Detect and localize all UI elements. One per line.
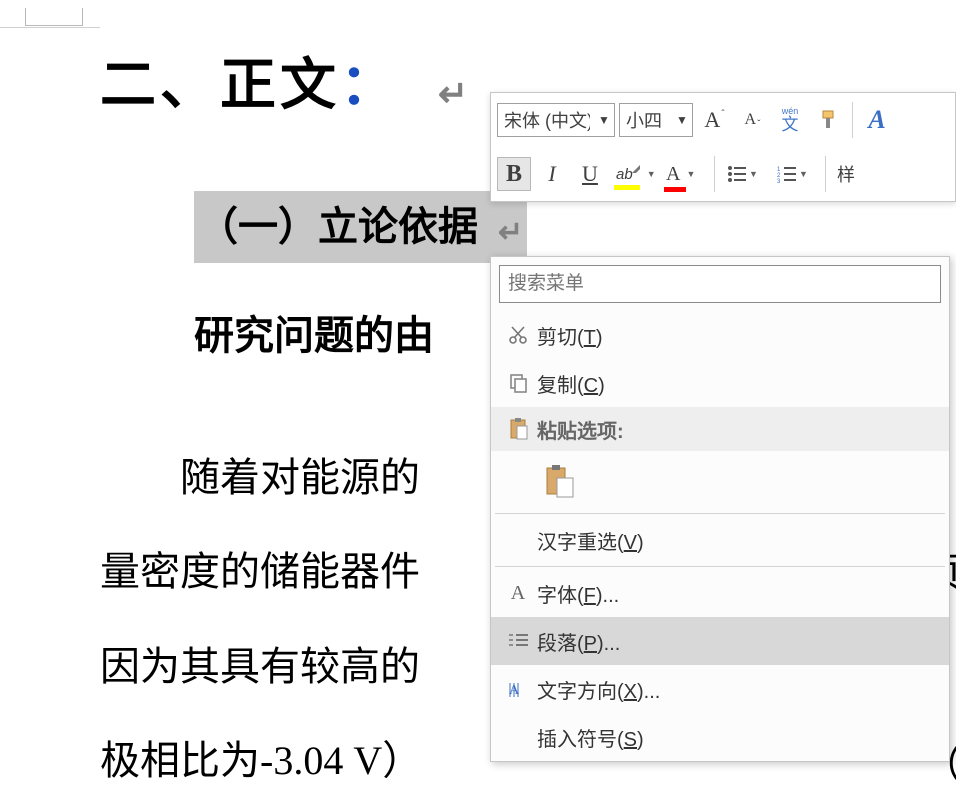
menu-label: 文字方向(X)... xyxy=(537,675,941,704)
divider xyxy=(495,513,945,514)
pen-tip-icon xyxy=(632,165,640,173)
subheading-selected[interactable]: （一）立论依据 ↵ xyxy=(194,191,527,263)
shrink-font-glyph: A xyxy=(745,111,757,129)
menu-label: 字体(F)... xyxy=(537,579,941,608)
bullet-list-icon xyxy=(727,165,747,183)
grow-font-button[interactable]: A ˆ xyxy=(697,103,731,137)
menu-paste-options-header: 粘贴选项: xyxy=(491,407,949,451)
menu-item-paragraph[interactable]: 段落(P)... xyxy=(491,617,949,665)
divider xyxy=(714,156,715,192)
ruler-indent-marker[interactable] xyxy=(25,8,83,26)
chevron-down-icon[interactable]: ▼ xyxy=(686,169,695,179)
grow-font-glyph: A xyxy=(704,107,720,133)
svg-text:3: 3 xyxy=(777,179,781,183)
chevron-down-icon[interactable]: ▼ xyxy=(594,113,614,127)
menu-item-copy[interactable]: 复制(C) xyxy=(491,359,949,407)
format-painter-button[interactable] xyxy=(811,103,845,137)
paste-options-row xyxy=(491,451,949,511)
styles-label-fragment[interactable]: 样 xyxy=(833,161,859,187)
menu-search-box[interactable] xyxy=(499,265,941,303)
caret-down-icon: ˇ xyxy=(757,119,760,130)
menu-item-text-direction[interactable]: A 文字方向(X)... xyxy=(491,665,949,713)
menu-label: 剪切(T) xyxy=(537,321,941,350)
bullets-button[interactable]: ▼ xyxy=(722,157,768,191)
clipboard-paste-icon xyxy=(544,464,574,498)
phonetic-guide-button[interactable]: wén 文 xyxy=(773,103,807,137)
font-size-combo[interactable]: ▼ xyxy=(619,103,693,137)
clipboard-icon xyxy=(499,417,537,441)
scissors-icon xyxy=(499,324,537,346)
chevron-down-icon[interactable]: ▼ xyxy=(647,169,656,179)
italic-button[interactable]: I xyxy=(535,157,569,191)
menu-label: 粘贴选项: xyxy=(537,415,624,444)
menu-label: 汉字重选(V) xyxy=(537,526,941,555)
ruler-fragment xyxy=(0,0,100,28)
shrink-font-button[interactable]: A ˇ xyxy=(735,103,769,137)
divider xyxy=(825,156,826,192)
font-size-field[interactable] xyxy=(620,110,672,131)
chevron-down-icon[interactable]: ▼ xyxy=(749,169,758,179)
highlight-button[interactable]: ab ▼ xyxy=(611,157,657,191)
bold-button[interactable]: B xyxy=(497,157,531,191)
menu-label: 复制(C) xyxy=(537,369,941,398)
underline-glyph: U xyxy=(582,161,598,187)
copy-icon xyxy=(499,372,537,394)
paste-keep-source-button[interactable] xyxy=(537,457,581,505)
menu-item-cut[interactable]: 剪切(T) xyxy=(491,311,949,359)
subheading-text: （一）立论依据 xyxy=(198,204,478,249)
heading-text: 二、正文 xyxy=(100,55,340,117)
phonetic-bottom: 文 xyxy=(782,116,799,133)
font-color-button[interactable]: A ▼ xyxy=(661,157,707,191)
bold-glyph: B xyxy=(506,161,522,188)
body-line: 量密度的储能器件 xyxy=(100,549,420,594)
menu-item-font[interactable]: A 字体(F)... xyxy=(491,569,949,617)
mini-toolbar: ▼ ▼ A ˆ A ˇ wén 文 A B xyxy=(490,92,956,202)
paragraph-icon xyxy=(499,631,537,651)
menu-item-insert-symbol[interactable]: 插入符号(S) xyxy=(491,713,949,761)
divider xyxy=(852,102,853,138)
divider xyxy=(495,566,945,567)
numbering-button[interactable]: 1 2 3 ▼ xyxy=(772,157,818,191)
styles-dropdown-fragment[interactable]: A xyxy=(860,103,894,137)
paintbrush-icon xyxy=(817,109,839,131)
chevron-down-icon[interactable]: ▼ xyxy=(799,169,808,179)
menu-label: 插入符号(S) xyxy=(537,723,941,752)
number-list-icon: 1 2 3 xyxy=(777,165,797,183)
pilcrow-icon: ↵ xyxy=(498,210,523,255)
font-name-field[interactable] xyxy=(498,110,594,131)
menu-search-input[interactable] xyxy=(500,266,940,302)
caret-up-icon: ˆ xyxy=(721,109,724,120)
chevron-down-icon[interactable]: ▼ xyxy=(672,113,692,127)
context-menu: 剪切(T) 复制(C) 粘贴选项: 汉字重选(V) A 字体(F)... xyxy=(490,256,950,762)
body-line: 极相比为-3.04 V） xyxy=(100,738,422,783)
highlight-glyph: ab xyxy=(616,166,633,183)
heading-colon: ： xyxy=(340,55,400,117)
underline-button[interactable]: U xyxy=(573,157,607,191)
pilcrow-icon: ↵ xyxy=(438,73,472,115)
font-a-icon: A xyxy=(499,582,537,605)
italic-glyph: I xyxy=(548,161,555,187)
menu-label: 段落(P)... xyxy=(537,627,941,656)
text-direction-icon: A xyxy=(499,678,537,700)
menu-item-reconvert[interactable]: 汉字重选(V) xyxy=(491,516,949,564)
body-line: 因为其具有较高的 xyxy=(100,644,420,689)
font-name-combo[interactable]: ▼ xyxy=(497,103,615,137)
